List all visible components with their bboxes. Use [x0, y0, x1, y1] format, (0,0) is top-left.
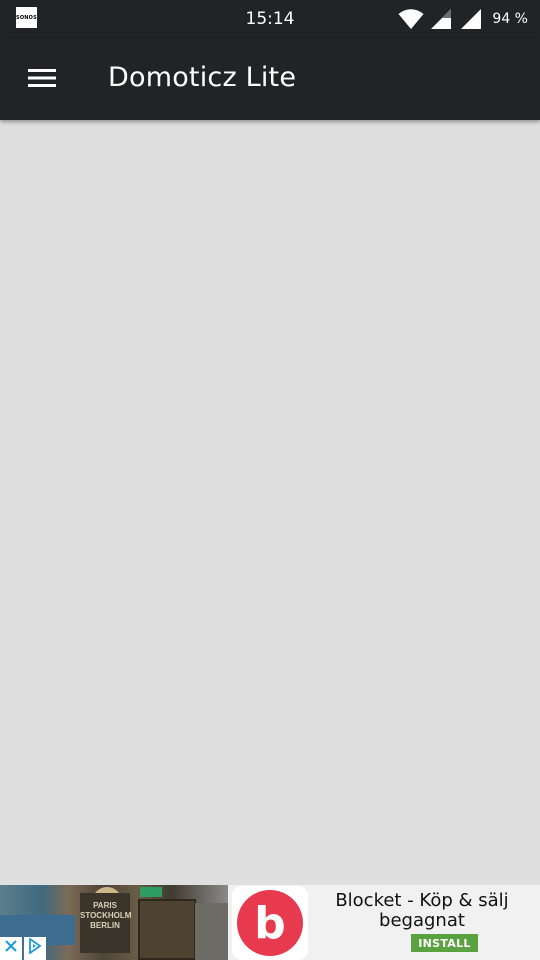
signal-icon — [430, 8, 452, 30]
adchoices-button[interactable] — [24, 937, 46, 960]
content-area — [0, 120, 540, 885]
ad-image-poster: PARIS STOCKHOLM BERLIN — [80, 893, 132, 953]
ad-image-poster-text: PARIS STOCKHOLM BERLIN — [80, 901, 132, 930]
close-icon — [4, 939, 18, 958]
app-bar: Domoticz Lite — [0, 38, 540, 120]
menu-button[interactable] — [20, 58, 64, 102]
ad-app-icon-letter: b — [254, 897, 286, 949]
signal-icon — [460, 8, 482, 30]
status-indicators: 94 % — [398, 6, 528, 32]
adchoices-icon — [28, 937, 42, 959]
blocket-logo-icon: b — [237, 890, 303, 956]
app-title: Domoticz Lite — [108, 62, 297, 93]
wifi-icon — [398, 8, 424, 30]
ad-banner[interactable]: PARIS STOCKHOLM BERLIN b Blocket - Köp &… — [0, 885, 540, 960]
ad-image-trunk — [138, 899, 196, 960]
ad-image-trunk-2 — [195, 903, 228, 960]
status-bar: SONOS 15:14 94 % — [0, 0, 540, 38]
battery-percent: 94 % — [492, 11, 528, 27]
ad-app-icon[interactable]: b — [232, 886, 308, 960]
ad-image-box — [140, 887, 162, 897]
ad-close-button[interactable] — [0, 937, 22, 960]
ad-install-button[interactable]: INSTALL — [411, 934, 478, 952]
screen: SONOS 15:14 94 % Domoticz Lite PARIS STO… — [0, 0, 540, 960]
ad-app-name[interactable]: Blocket - Köp & sälj begagnat — [312, 891, 532, 931]
hamburger-menu-icon — [28, 68, 56, 93]
